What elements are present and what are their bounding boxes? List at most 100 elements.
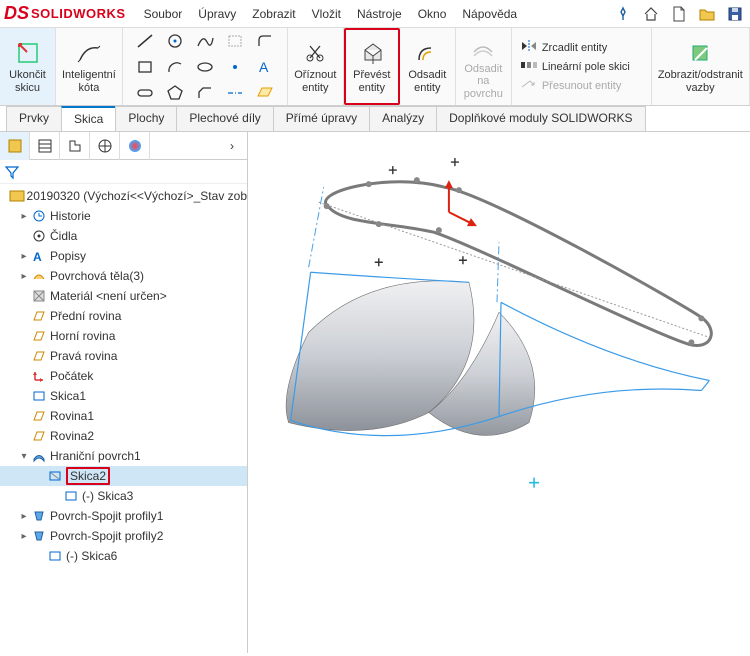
ribbon: Ukončit skicu Inteligentní kóta A Ořízno… [0, 28, 750, 106]
panel-tab-dimxpert[interactable] [90, 132, 120, 160]
offset-entities-button[interactable]: Odsadit entity [400, 28, 456, 105]
smart-dimension-button[interactable]: Inteligentní kóta [56, 28, 123, 105]
tree-boundary-surface1[interactable]: ▾Hraniční povrch1 [0, 446, 247, 466]
tree-right-plane[interactable]: Pravá rovina [0, 346, 247, 366]
offset-label: Odsadit entity [408, 69, 446, 93]
line-tool[interactable] [131, 29, 159, 53]
tree-plane2[interactable]: Rovina2 [0, 426, 247, 446]
spline-tool[interactable] [191, 29, 219, 53]
convert-entities-button[interactable]: Převést entity [344, 28, 400, 105]
open-icon[interactable] [696, 3, 718, 25]
filter-icon [4, 165, 20, 179]
menu-help[interactable]: Nápověda [454, 7, 525, 21]
smart-dimension-icon [75, 39, 103, 67]
tree-material[interactable]: Materiál <není určen> [0, 286, 247, 306]
exit-sketch-button[interactable]: Ukončit skicu [0, 28, 56, 105]
logo-ds: DS [4, 3, 29, 24]
tree-loft1[interactable]: ▸Povrch-Spojit profily1 [0, 506, 247, 526]
new-icon[interactable] [668, 3, 690, 25]
chamfer-tool[interactable] [191, 81, 219, 105]
save-icon[interactable] [724, 3, 746, 25]
move-icon [520, 77, 538, 94]
main-area: › 20190320 (Výchozí<<Výchozí>_Stav zob ▸… [0, 132, 750, 653]
home-icon[interactable] [640, 3, 662, 25]
circle-tool[interactable] [161, 29, 189, 53]
tree-annotations[interactable]: ▸APopisy [0, 246, 247, 266]
tree-sketch6[interactable]: (-) Skica6 [0, 546, 247, 566]
tree-sketch3[interactable]: (-) Skica3 [0, 486, 247, 506]
tree-front-plane[interactable]: Přední rovina [0, 306, 247, 326]
rectangle-tool[interactable] [131, 55, 159, 79]
exit-sketch-label: Ukončit skicu [9, 69, 46, 93]
menu-file[interactable]: Soubor [136, 7, 191, 21]
menu-tools[interactable]: Nástroje [349, 7, 410, 21]
tree-surface-bodies[interactable]: ▸Povrchová těla(3) [0, 266, 247, 286]
trim-entities-button[interactable]: Oříznout entity [288, 28, 344, 105]
move-entities-button: Přesunout entity [518, 76, 624, 95]
move-label: Přesunout entity [542, 80, 622, 92]
feature-manager-panel: › 20190320 (Výchozí<<Výchozí>_Stav zob ▸… [0, 132, 248, 653]
tab-addins[interactable]: Doplňkové moduly SOLIDWORKS [436, 106, 645, 131]
menu-bar: DS SOLIDWORKS Soubor Úpravy Zobrazit Vlo… [0, 0, 750, 28]
mirror-entities-button[interactable]: Zrcadlit entity [518, 38, 609, 57]
tree-filter[interactable] [0, 160, 247, 184]
tab-sketch[interactable]: Skica [61, 106, 116, 131]
panel-tab-config[interactable] [60, 132, 90, 160]
centerline-tool[interactable] [221, 81, 249, 105]
tree-root[interactable]: 20190320 (Výchozí<<Výchozí>_Stav zob [0, 186, 247, 206]
quick-access [612, 3, 746, 25]
offset-icon [413, 39, 441, 67]
linear-pattern-button[interactable]: Lineární pole skici [518, 57, 632, 76]
command-tabs: Prvky Skica Plochy Plechové díly Přímé ú… [0, 106, 750, 132]
tree-origin[interactable]: Počátek [0, 366, 247, 386]
tree-top-plane[interactable]: Horní rovina [0, 326, 247, 346]
tree-history[interactable]: ▸Historie [0, 206, 247, 226]
panel-tabs: › [0, 132, 247, 160]
feature-tree[interactable]: 20190320 (Výchozí<<Výchozí>_Stav zob ▸Hi… [0, 184, 247, 653]
tree-sketch2[interactable]: Skica2 [0, 466, 247, 486]
logo-text: SOLIDWORKS [31, 6, 126, 21]
menu-edit[interactable]: Úpravy [190, 7, 244, 21]
offset-surface-label: Odsadit na povrchu [464, 63, 503, 99]
convert-icon [358, 39, 386, 67]
offset-surface-icon [469, 33, 497, 61]
app-logo: DS SOLIDWORKS [4, 3, 126, 24]
tab-features[interactable]: Prvky [6, 106, 62, 131]
rect-points-tool[interactable] [221, 29, 249, 53]
pin-icon[interactable] [612, 3, 634, 25]
slot-tool[interactable] [131, 81, 159, 105]
tab-evaluate[interactable]: Analýzy [369, 106, 437, 131]
tab-sheetmetal[interactable]: Plechové díly [176, 106, 273, 131]
sketch-tools-group: A [123, 28, 288, 105]
point-tool[interactable] [221, 55, 249, 79]
display-relations-button[interactable]: Zobrazit/odstranit vazby [652, 28, 750, 105]
convert-label: Převést entity [353, 69, 390, 93]
linear-pattern-label: Lineární pole skici [542, 61, 630, 73]
panel-tab-appearance[interactable] [120, 132, 150, 160]
ellipse-tool[interactable] [191, 55, 219, 79]
text-tool[interactable]: A [251, 55, 279, 79]
menu-view[interactable]: Zobrazit [244, 7, 303, 21]
plane-tool[interactable] [251, 81, 279, 105]
display-relations-icon [686, 39, 714, 67]
fillet-tool[interactable] [251, 29, 279, 53]
menu-window[interactable]: Okno [410, 7, 455, 21]
tree-sketch1[interactable]: Skica1 [0, 386, 247, 406]
sketch-origin-icon [445, 180, 477, 226]
tree-plane1[interactable]: Rovina1 [0, 406, 247, 426]
arc-tool[interactable] [161, 55, 189, 79]
graphics-viewport[interactable] [248, 132, 750, 653]
panel-tab-property[interactable] [30, 132, 60, 160]
linear-pattern-icon [520, 58, 538, 75]
panel-tab-expand[interactable]: › [217, 132, 247, 160]
tab-direct-edit[interactable]: Přímé úpravy [273, 106, 370, 131]
mirror-label: Zrcadlit entity [542, 42, 607, 54]
display-relations-label: Zobrazit/odstranit vazby [658, 69, 743, 93]
polygon-tool[interactable] [161, 81, 189, 105]
model-canvas [248, 132, 750, 653]
tree-loft2[interactable]: ▸Povrch-Spojit profily2 [0, 526, 247, 546]
menu-insert[interactable]: Vložit [304, 7, 349, 21]
panel-tab-tree[interactable] [0, 132, 30, 160]
tab-surfaces[interactable]: Plochy [115, 106, 177, 131]
tree-sensors[interactable]: Čidla [0, 226, 247, 246]
